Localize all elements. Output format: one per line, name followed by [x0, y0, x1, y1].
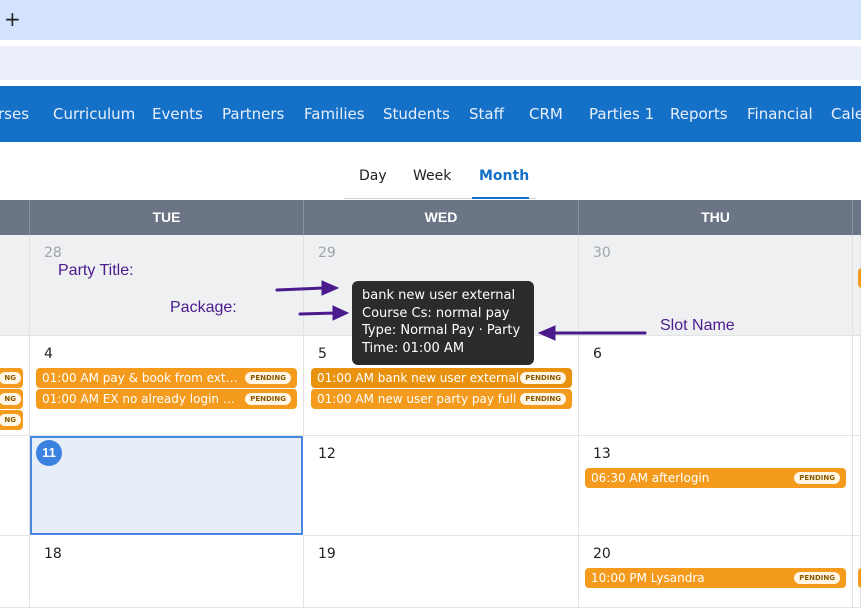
calendar-event[interactable]: 01:00 AM bank new user external PENDING [311, 368, 572, 388]
status-badge: PENDING [245, 372, 291, 384]
day-cell[interactable] [0, 536, 30, 608]
tab-week[interactable]: Week [413, 168, 451, 184]
calendar-event[interactable]: 10:00 PM Lysandra PENDING [585, 568, 846, 588]
tab-month[interactable]: Month [479, 168, 529, 184]
weekday-header: TUE WED THU [0, 200, 861, 235]
day-number: 6 [593, 346, 602, 362]
day-cell[interactable] [0, 235, 30, 336]
new-tab-button[interactable]: + [4, 7, 21, 31]
calendar-event[interactable]: NG [0, 410, 23, 430]
status-badge: PENDING [245, 393, 291, 405]
day-cell[interactable]: 19 [304, 536, 579, 608]
header-divider [303, 200, 304, 235]
header-divider [852, 200, 853, 235]
day-cell[interactable] [0, 436, 30, 536]
calendar-event[interactable]: NG [0, 389, 23, 409]
nav-item-curriculum[interactable]: Curriculum [53, 105, 135, 123]
day-number: 13 [593, 446, 611, 462]
event-title: 10:00 PM Lysandra [591, 571, 705, 585]
nav-item-students[interactable]: Students [383, 105, 450, 123]
tooltip-time: Time: 01:00 AM [362, 340, 465, 356]
active-tab-indicator [472, 197, 529, 199]
nav-item-calendar[interactable]: Cale [831, 105, 861, 123]
nav-item-staff[interactable]: Staff [469, 105, 504, 123]
nav-item-partners[interactable]: Partners [222, 105, 284, 123]
event-title: 01:00 AM EX no already login nor... [42, 392, 242, 406]
day-cell[interactable]: 12 [304, 436, 579, 536]
calendar-event[interactable]: NG [0, 368, 23, 388]
calendar-view-tabs: Day Week Month [344, 160, 536, 200]
annotation-party-title: Party Title: [58, 262, 134, 279]
calendar-event[interactable]: 06:30 AM afterlogin PENDING [585, 468, 846, 488]
status-badge: NG [0, 414, 21, 426]
tab-day[interactable]: Day [359, 168, 387, 184]
status-badge: NG [0, 393, 21, 405]
day-cell[interactable]: 6 [579, 336, 853, 436]
annotation-package: Package: [170, 299, 237, 316]
main-nav: rses Curriculum Events Partners Families… [0, 86, 861, 142]
today-badge: 11 [36, 440, 62, 466]
header-divider [29, 200, 30, 235]
event-title: 01:00 AM new user party pay full [317, 392, 517, 406]
nav-item-courses[interactable]: rses [0, 105, 29, 123]
status-badge: PENDING [794, 472, 840, 484]
annotation-slot-name: Slot Name [660, 317, 735, 334]
status-badge: NG [0, 372, 21, 384]
nav-item-crm[interactable]: CRM [529, 105, 563, 123]
day-cell[interactable]: 18 [30, 536, 304, 608]
status-badge: PENDING [520, 393, 566, 405]
selected-day-cell[interactable] [30, 436, 303, 535]
nav-item-parties[interactable]: Parties 1 [589, 105, 654, 123]
day-number: 20 [593, 546, 611, 562]
browser-tab-strip: + [0, 0, 861, 40]
nav-item-reports[interactable]: Reports [670, 105, 728, 123]
day-cell[interactable] [853, 436, 861, 536]
address-bar[interactable] [0, 46, 861, 80]
event-tooltip: bank new user external Course Cs: normal… [352, 281, 534, 365]
header-tue: TUE [152, 209, 181, 225]
header-thu: THU [701, 209, 730, 225]
nav-item-families[interactable]: Families [304, 105, 365, 123]
day-number: 30 [593, 245, 611, 261]
calendar-event[interactable]: 01:00 AM new user party pay full PENDING [311, 389, 572, 409]
tooltip-course: Course Cs: normal pay [362, 305, 510, 321]
nav-item-events[interactable]: Events [152, 105, 203, 123]
status-badge: PENDING [520, 372, 566, 384]
calendar-event[interactable]: 01:00 AM pay & book from exter... PENDIN… [36, 368, 297, 388]
event-title: 01:00 AM bank new user external [317, 371, 520, 385]
day-number: 4 [44, 346, 53, 362]
status-badge: PENDING [794, 572, 840, 584]
day-number: 12 [318, 446, 336, 462]
day-number: 29 [318, 245, 336, 261]
tooltip-type: Type: Normal Pay · Party [362, 323, 521, 338]
day-number: 19 [318, 546, 336, 562]
day-number: 18 [44, 546, 62, 562]
day-number: 28 [44, 245, 62, 261]
nav-item-financial[interactable]: Financial [747, 105, 813, 123]
header-divider [578, 200, 579, 235]
calendar-event[interactable]: 01:00 AM EX no already login nor... PEND… [36, 389, 297, 409]
day-cell[interactable]: 28 [30, 235, 304, 336]
day-cell[interactable] [853, 336, 861, 436]
event-title: 06:30 AM afterlogin [591, 471, 710, 485]
tooltip-title: bank new user external [362, 288, 516, 303]
header-wed: WED [424, 209, 458, 225]
day-number: 5 [318, 346, 327, 362]
event-title: 01:00 AM pay & book from exter... [42, 371, 242, 385]
